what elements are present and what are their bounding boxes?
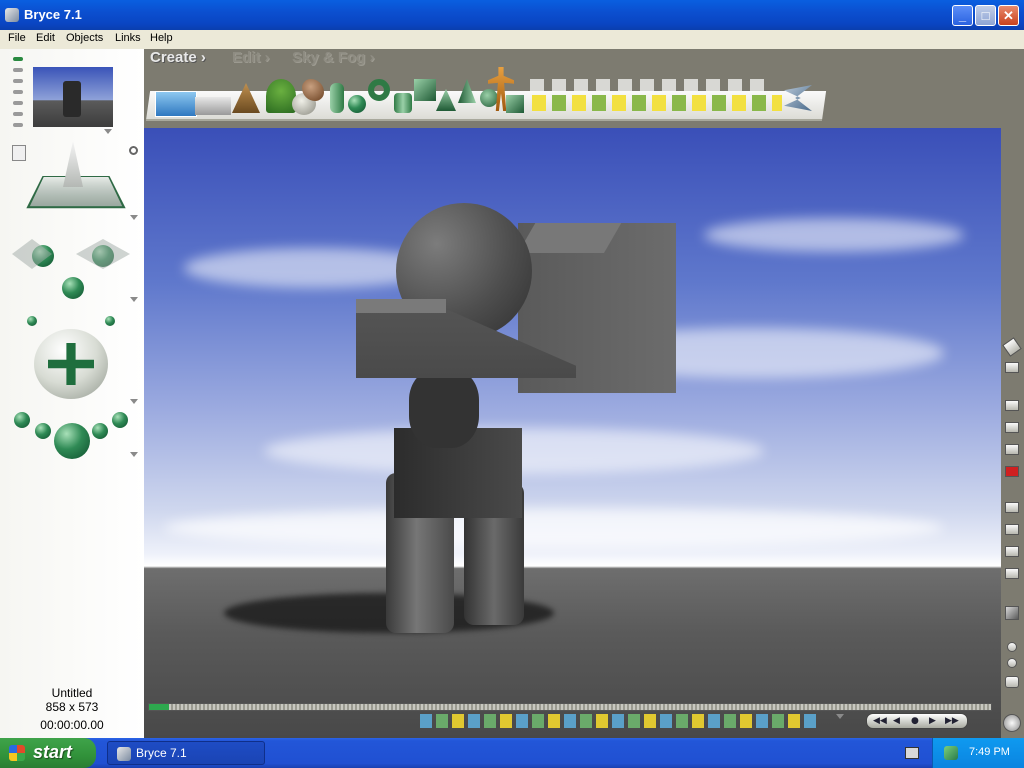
scene-dimensions: 858 x 573: [45, 700, 99, 714]
render-main-ball[interactable]: [54, 423, 90, 459]
eraser-icon[interactable]: [1005, 362, 1019, 373]
view-mode-3-icon[interactable]: [1005, 444, 1019, 455]
wireframe-icon[interactable]: [1005, 524, 1019, 535]
tab-edit[interactable]: Edit ›: [232, 49, 270, 66]
start-label: start: [33, 742, 73, 762]
cylinder-icon[interactable]: [394, 93, 412, 113]
left-control-panel: Untitled 858 x 573 00:00:00.00: [0, 49, 144, 738]
camera-trackball[interactable]: [34, 329, 108, 399]
cube-icon[interactable]: [414, 79, 436, 101]
minimize-icon: _: [958, 8, 967, 23]
view-mode-1-icon[interactable]: [1005, 400, 1019, 411]
record-icon[interactable]: ●: [911, 716, 919, 726]
animation-controls[interactable]: ◀◀ ◀ ● ▶ ▶▶: [866, 713, 968, 729]
right-toolbar: [1001, 128, 1024, 745]
scene-time: 00:00:00.00: [40, 718, 104, 732]
system-tray: 7:49 PM: [932, 738, 1024, 768]
render-ball-4[interactable]: [112, 412, 128, 428]
disc-icon[interactable]: [480, 89, 498, 107]
tab-sky-fog[interactable]: Sky & Fog ›: [292, 49, 375, 66]
render-ball-3[interactable]: [92, 423, 108, 439]
title-bar[interactable]: Bryce 7.1 _ □ ✕: [0, 0, 1024, 30]
bryce-workspace: Untitled 858 x 573 00:00:00.00 Create › …: [0, 49, 1024, 745]
maximize-icon: □: [981, 8, 990, 23]
tree-icon[interactable]: [266, 79, 296, 113]
network-icon[interactable]: [944, 746, 958, 760]
sphere-icon[interactable]: [348, 95, 366, 113]
play-icon[interactable]: ▶: [929, 716, 936, 726]
fast-forward-icon[interactable]: ▶▶: [945, 716, 959, 726]
camera-menu-icon[interactable]: [1005, 568, 1019, 579]
scene-viewport[interactable]: [144, 128, 1001, 745]
view-trackball[interactable]: [26, 139, 126, 219]
menu-links[interactable]: Links: [115, 32, 141, 44]
scene-name: Untitled: [51, 686, 93, 700]
view-options-arrow[interactable]: [130, 215, 138, 220]
camera-options-arrow[interactable]: [130, 297, 138, 302]
render-ball-1[interactable]: [14, 412, 30, 428]
robot-model[interactable]: [144, 128, 1001, 745]
view-memory-dots[interactable]: [13, 57, 23, 134]
animation-timeline[interactable]: [148, 703, 992, 711]
start-button[interactable]: start: [0, 738, 96, 768]
menu-objects[interactable]: Objects: [66, 32, 103, 44]
maximize-button[interactable]: □: [975, 5, 996, 26]
selection-palette[interactable]: [420, 712, 830, 728]
nano-preview[interactable]: [33, 67, 113, 127]
torus-icon[interactable]: [368, 79, 390, 101]
display-mode-icon[interactable]: [1005, 502, 1019, 513]
square-icon[interactable]: [506, 95, 524, 113]
minimize-button[interactable]: _: [952, 5, 973, 26]
zoom-small-dot-right[interactable]: [105, 316, 115, 326]
water-plane-icon[interactable]: [155, 91, 197, 117]
brush-icon[interactable]: [1002, 337, 1022, 357]
director-chair-icon[interactable]: [12, 145, 26, 161]
render-ball-2[interactable]: [35, 423, 51, 439]
globe-icon[interactable]: [1003, 714, 1021, 732]
keyboard-icon[interactable]: [905, 747, 919, 759]
camera-radio-icon[interactable]: [129, 146, 138, 155]
ground-plane-icon[interactable]: [195, 97, 231, 115]
render-options-arrow[interactable]: [130, 452, 138, 457]
menu-bar: File Edit Objects Links Help: [0, 30, 1024, 49]
symmetrical-lattice-icon[interactable]: [330, 83, 344, 113]
rewind-icon[interactable]: ◀◀: [873, 716, 887, 726]
windows-logo-icon: [9, 745, 25, 761]
menu-file[interactable]: File: [8, 32, 26, 44]
menu-edit[interactable]: Edit: [36, 32, 55, 44]
selection-options-arrow[interactable]: [836, 714, 844, 719]
clock[interactable]: 7:49 PM: [969, 746, 1010, 758]
windows-taskbar: start Bryce 7.1 7:49 PM: [0, 738, 1024, 768]
timeline-progress: [149, 704, 169, 710]
background-icon[interactable]: [1005, 546, 1019, 557]
close-icon: ✕: [1003, 8, 1014, 23]
lights-row[interactable]: [532, 95, 782, 111]
preview-options-arrow[interactable]: [104, 129, 112, 134]
bryce-task-icon: [117, 747, 131, 761]
2d-primitives-row[interactable]: [530, 79, 770, 91]
zoom-small-dot-left[interactable]: [27, 316, 37, 326]
cube-view-icon[interactable]: [1005, 606, 1019, 620]
menu-help[interactable]: Help: [150, 32, 173, 44]
step-back-icon[interactable]: ◀: [893, 716, 900, 726]
preview-figure: [63, 81, 81, 117]
render-stop-icon[interactable]: [1005, 466, 1019, 477]
zoom-out-icon[interactable]: [1007, 658, 1017, 668]
taskbar-item-label: Bryce 7.1: [136, 746, 187, 760]
tab-create[interactable]: Create ›: [150, 49, 206, 66]
bryce-icon: [5, 8, 19, 22]
zoom-in-icon[interactable]: [1007, 642, 1017, 652]
taskbar-item-bryce[interactable]: Bryce 7.1: [107, 741, 265, 765]
hand-pan-icon[interactable]: [1005, 676, 1019, 688]
view-mode-2-icon[interactable]: [1005, 422, 1019, 433]
trackball-options-arrow[interactable]: [130, 399, 138, 404]
close-button[interactable]: ✕: [998, 5, 1019, 26]
window-title: Bryce 7.1: [24, 7, 82, 22]
camera-cross-controls[interactable]: [12, 225, 132, 303]
